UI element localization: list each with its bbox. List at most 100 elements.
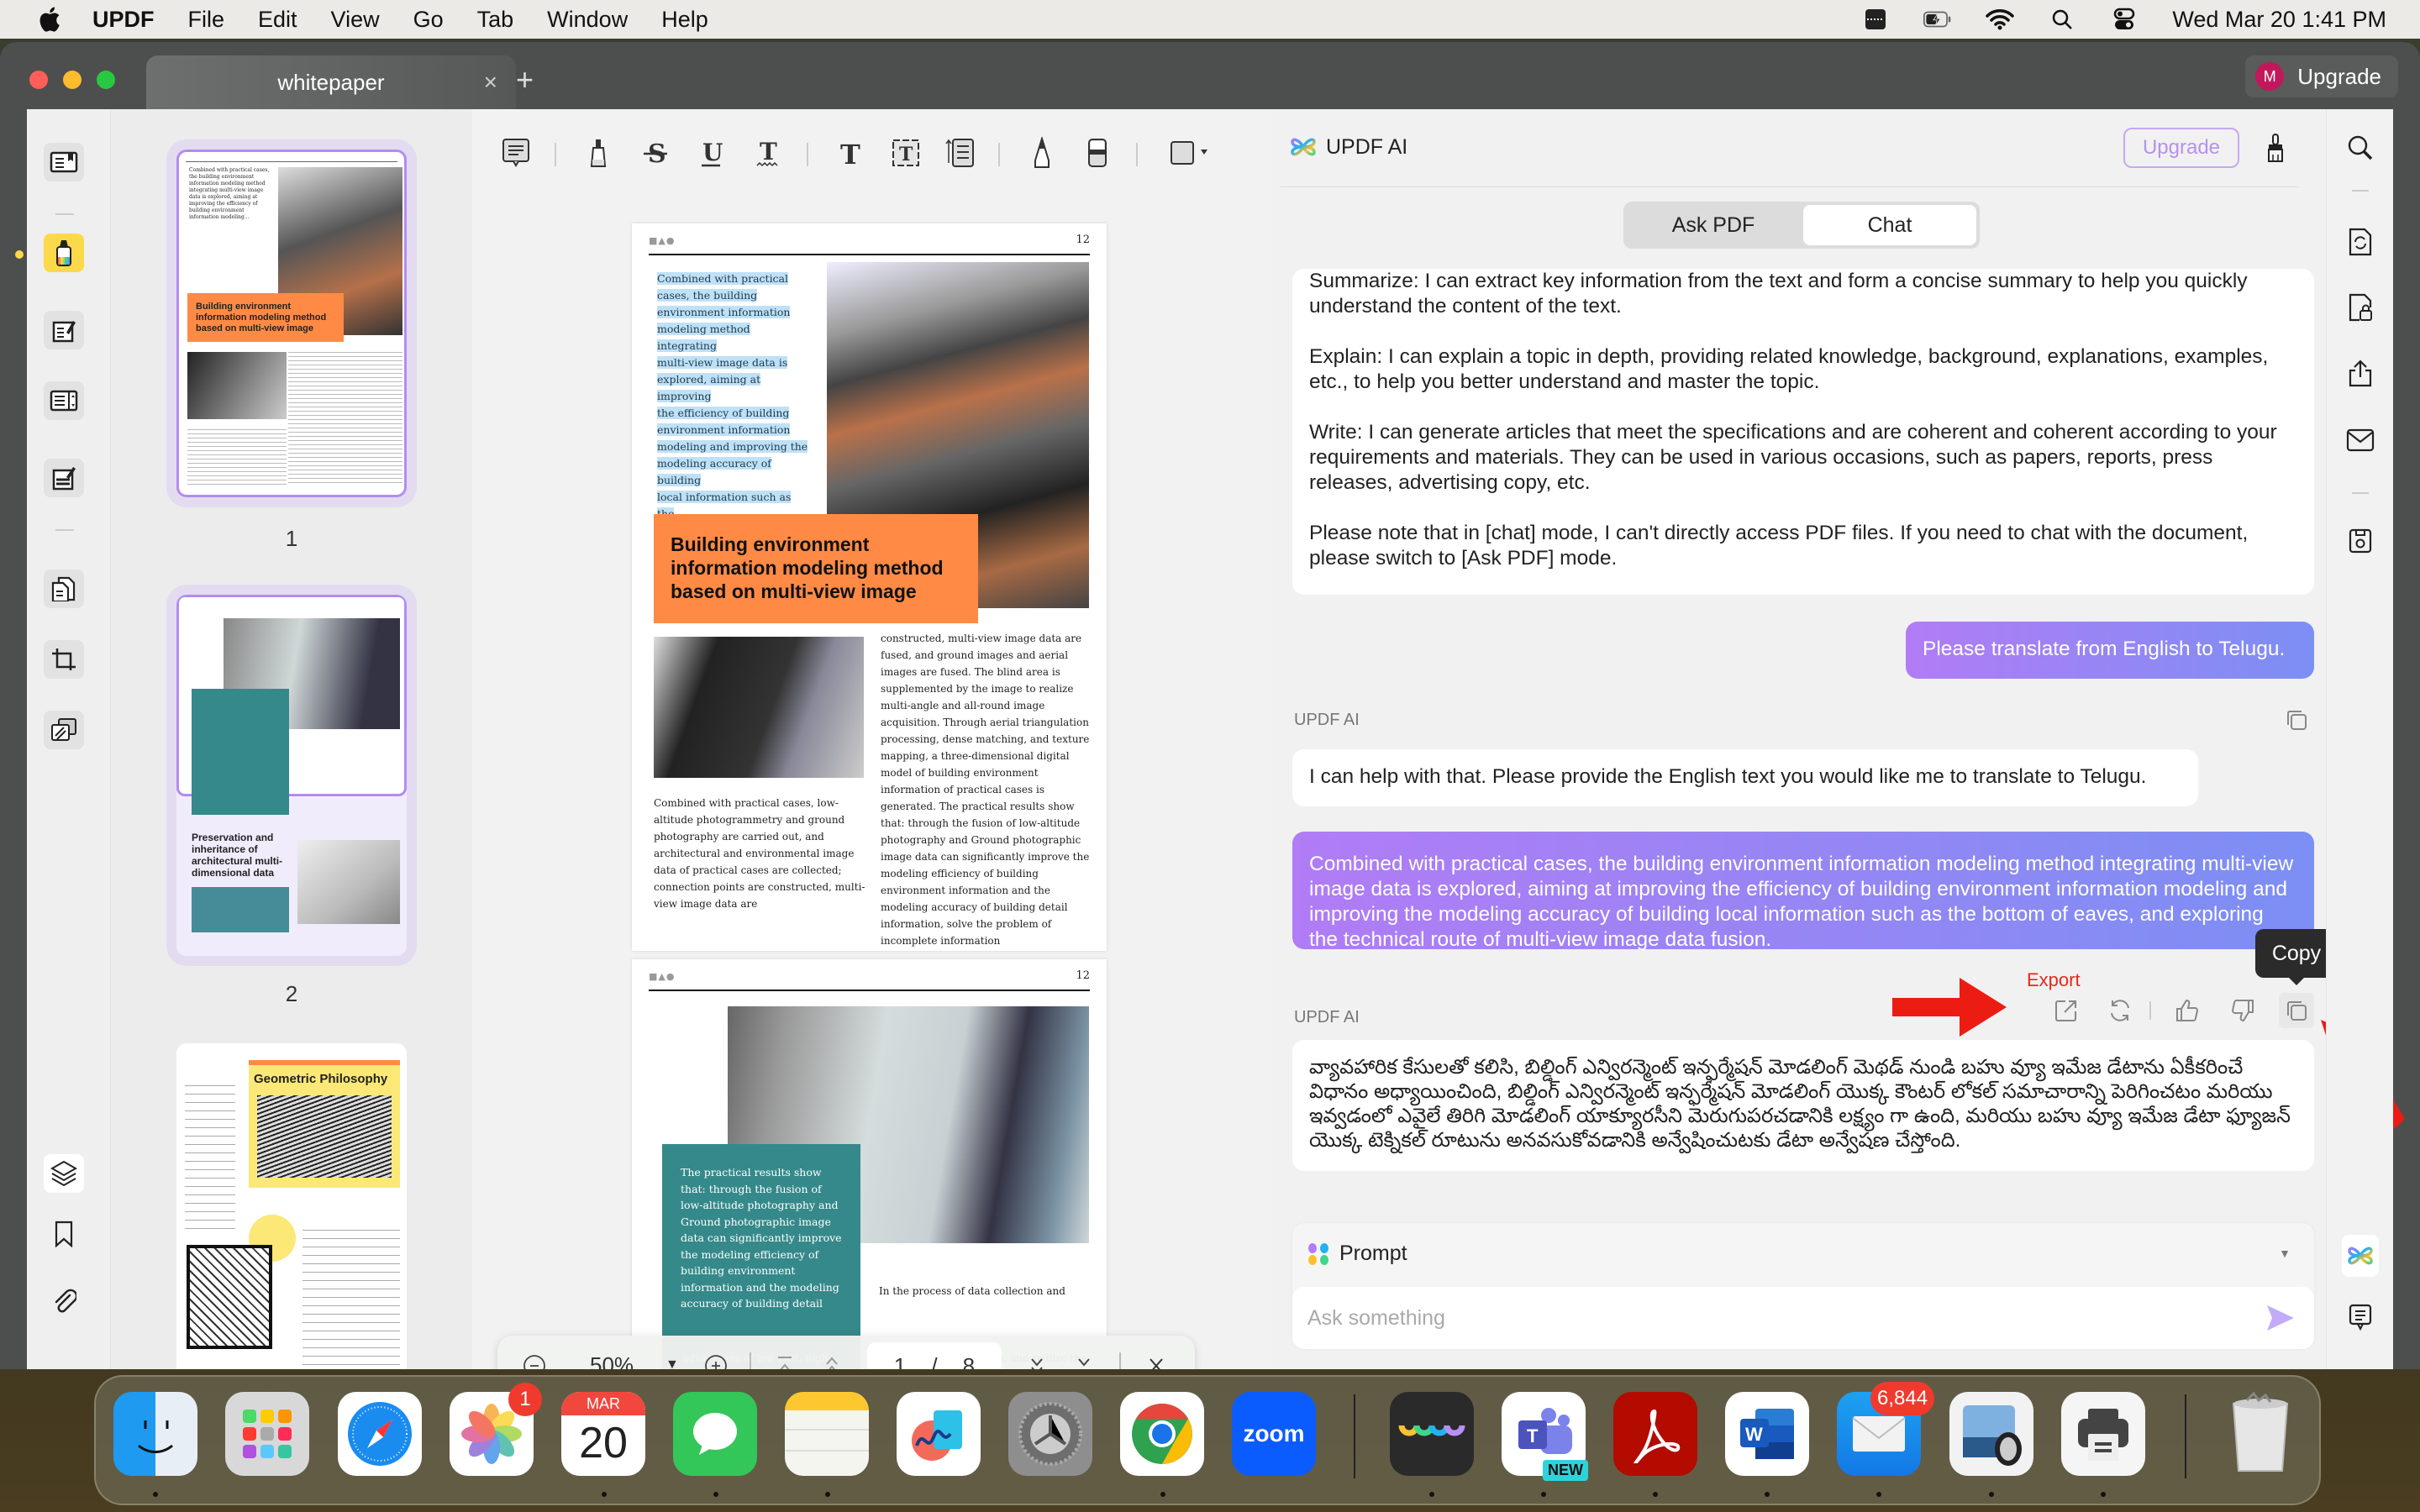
zoom-window-button[interactable] [97, 71, 115, 89]
wifi-icon[interactable] [1986, 8, 2015, 31]
attachment-button[interactable] [44, 1282, 84, 1320]
shape-tool-dropdown[interactable] [1166, 134, 1213, 171]
dock-calendar[interactable]: MAR 20 [561, 1392, 645, 1476]
export-button[interactable] [2052, 996, 2081, 1025]
menu-edit[interactable]: Edit [258, 7, 297, 33]
menu-go[interactable]: Go [413, 7, 444, 33]
zoom-level[interactable]: 50% [590, 1352, 634, 1369]
menu-view[interactable]: View [331, 7, 380, 33]
thumbs-up-button[interactable] [2173, 996, 2202, 1025]
menu-window[interactable]: Window [547, 7, 628, 33]
menu-file[interactable]: File [188, 7, 225, 33]
updf-ai-button[interactable] [2342, 1235, 2379, 1277]
protect-button[interactable] [2345, 292, 2375, 323]
prompt-dropdown-icon[interactable]: ▼ [2279, 1247, 2291, 1260]
sticky-note-tool[interactable] [497, 134, 534, 171]
convert-button[interactable] [2345, 227, 2375, 257]
dock-trash[interactable] [2218, 1392, 2302, 1476]
text-callout-tool[interactable] [941, 134, 978, 171]
thumbnail-page-3[interactable]: Geometric Philosophy [176, 1043, 407, 1369]
ask-input[interactable]: Ask something [1292, 1287, 2314, 1349]
squiggly-tool[interactable]: T [750, 134, 786, 171]
dock-zoom[interactable]: zoom [1232, 1392, 1316, 1476]
dock-freeform[interactable] [897, 1392, 981, 1476]
email-button[interactable] [2345, 425, 2375, 455]
send-icon[interactable] [2265, 1304, 2296, 1332]
strikethrough-tool[interactable]: S [637, 134, 674, 171]
page-number-field[interactable]: 1 / 8 [867, 1342, 1002, 1369]
keyboard-brightness-icon[interactable] [1861, 8, 1890, 31]
highlight-tool[interactable] [580, 134, 617, 171]
dock-launchpad[interactable] [225, 1392, 309, 1476]
close-navigation-button[interactable] [1146, 1354, 1166, 1369]
dock-notes[interactable] [785, 1392, 869, 1476]
mail-icon [2346, 428, 2375, 452]
next-page-button[interactable] [1027, 1354, 1047, 1369]
dock-preview[interactable] [1949, 1392, 2033, 1476]
comment-mode-button[interactable] [44, 234, 84, 272]
underline-tool[interactable]: U [692, 134, 729, 171]
close-window-button[interactable] [29, 71, 48, 89]
thumbs-down-button[interactable] [2228, 996, 2257, 1025]
menu-tab[interactable]: Tab [477, 7, 514, 33]
apple-icon[interactable] [35, 5, 62, 34]
text-tool[interactable]: T [832, 134, 869, 171]
text-box-tool[interactable]: T [887, 134, 924, 171]
dock-acrobat[interactable] [1613, 1392, 1697, 1476]
zoom-dropdown-icon[interactable]: ▼ [666, 1357, 679, 1369]
ai-upgrade-button[interactable]: Upgrade [2123, 128, 2239, 168]
dock-printer[interactable] [2061, 1392, 2145, 1476]
organize-pages-button[interactable] [44, 570, 84, 608]
zoom-out-button[interactable] [523, 1354, 546, 1369]
comments-list-button[interactable] [2345, 1302, 2375, 1332]
reader-mode-button[interactable] [44, 143, 84, 181]
regenerate-button[interactable] [2106, 996, 2134, 1025]
thumbnail-page-1[interactable]: Combined with practical cases, the build… [176, 150, 407, 497]
share-button[interactable] [2345, 358, 2375, 388]
prompt-selector[interactable]: Prompt [1307, 1242, 1407, 1266]
pdf-tools-button[interactable] [44, 711, 84, 749]
copy-button[interactable] [2282, 706, 2311, 734]
dock-finder[interactable] [113, 1392, 197, 1476]
ai-translation-message[interactable]: వ్యావహారిక కేసులతో కలిసి, బిల్డింగ్ ఎన్వ… [1292, 1040, 2314, 1171]
first-page-button[interactable] [775, 1354, 795, 1369]
form-button[interactable] [44, 381, 84, 420]
menubar-clock[interactable]: Wed Mar 20 1:41 PM [2172, 7, 2386, 33]
close-tab-icon[interactable]: × [484, 69, 497, 96]
tab-ask-pdf[interactable]: Ask PDF [1627, 205, 1800, 245]
dock-chrome[interactable] [1120, 1392, 1204, 1476]
last-page-button[interactable] [1074, 1354, 1094, 1369]
previous-page-button[interactable] [822, 1354, 842, 1369]
copy-button[interactable] [2279, 993, 2314, 1028]
dock-system-settings[interactable] [1008, 1392, 1092, 1476]
tab-chat[interactable]: Chat [1803, 205, 1976, 245]
bookmark-button[interactable] [44, 1215, 84, 1253]
dock-safari[interactable] [338, 1392, 422, 1476]
thumbnail-page-2[interactable]: Preservation and inheritance of architec… [176, 595, 407, 956]
dock-music-app[interactable] [1390, 1392, 1474, 1476]
clear-chat-button[interactable] [2266, 133, 2285, 167]
prompt-composer: Prompt ▼ Ask something [1292, 1223, 2314, 1349]
account-upgrade-button[interactable]: M Upgrade [2245, 55, 2398, 97]
crop-button[interactable] [44, 640, 84, 679]
document-tab[interactable]: whitepaper × [146, 55, 516, 109]
save-button[interactable] [2345, 526, 2375, 556]
new-tab-button[interactable]: + [516, 62, 534, 97]
dock-messages[interactable] [673, 1392, 757, 1476]
layers-button[interactable] [44, 1154, 84, 1193]
search-button[interactable] [2345, 133, 2375, 163]
control-center-icon[interactable] [2110, 8, 2139, 31]
menu-app-name[interactable]: UPDF [92, 7, 155, 33]
zoom-in-button[interactable] [704, 1354, 728, 1369]
dock-word[interactable]: W [1725, 1392, 1809, 1476]
eraser-tool[interactable] [1079, 134, 1116, 171]
menu-help[interactable]: Help [661, 7, 708, 33]
edit-pdf-button[interactable] [44, 311, 84, 349]
battery-charging-icon[interactable] [1923, 8, 1952, 31]
pencil-tool[interactable] [1023, 134, 1060, 171]
svg-text:T: T [840, 139, 860, 167]
fill-sign-button[interactable] [44, 459, 84, 497]
minimize-window-button[interactable] [63, 71, 82, 89]
paperclip-icon [55, 1289, 76, 1313]
spotlight-search-icon[interactable] [2048, 8, 2076, 31]
